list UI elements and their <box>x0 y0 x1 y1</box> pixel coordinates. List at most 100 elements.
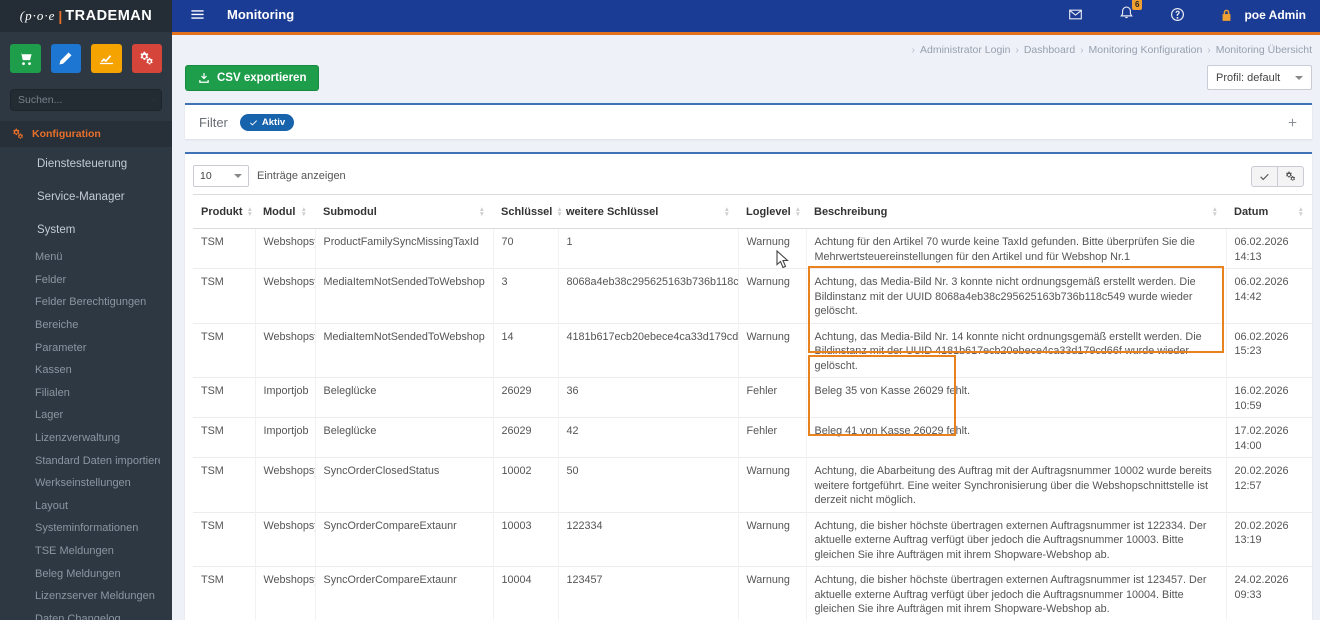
cell-loglevel: Warnung <box>738 457 807 512</box>
cell-schluessel: 10003 <box>493 512 559 567</box>
breadcrumb-link[interactable]: Monitoring Konfiguration <box>1089 44 1203 56</box>
table-row[interactable]: TSM Webshopsync MediaItemNotSendedToWebs… <box>193 323 1312 378</box>
settings-quick-button[interactable] <box>131 44 162 73</box>
breadcrumb-item: › Dashboard <box>1015 44 1075 56</box>
sidebar-subitem-label: Systeminformationen <box>35 522 139 535</box>
column-header[interactable]: Produkt ▲ ▼ <box>193 194 255 229</box>
sidebar-subitem[interactable]: Felder <box>0 269 172 292</box>
sort-icon[interactable]: ▲ ▼ <box>1212 206 1218 218</box>
sidebar-subitem[interactable]: Parameter <box>0 336 172 359</box>
download-icon <box>198 72 210 84</box>
cell-beschreibung: Beleg 41 von Kasse 26029 fehlt. <box>806 417 1227 458</box>
sidebar-subitem[interactable]: Felder Berechtigungen <box>0 291 172 314</box>
table-settings-button[interactable] <box>1277 165 1304 187</box>
user-lock-icon[interactable] <box>1219 7 1234 23</box>
sidebar-subitem[interactable]: Beleg Meldungen <box>0 562 172 585</box>
sort-icon[interactable]: ▲ ▼ <box>724 206 730 218</box>
cell-modul: Webshopsync <box>255 323 316 378</box>
sidebar-subitem[interactable]: Lizenzserver Meldungen <box>0 585 172 608</box>
sidebar-subitem[interactable]: TSE Meldungen <box>0 540 172 563</box>
sidebar-subitem[interactable]: Daten Changelog <box>0 608 172 620</box>
sort-icon[interactable]: ▲ ▼ <box>301 206 307 218</box>
cell-produkt: TSM <box>193 457 256 512</box>
sidebar-subitem[interactable]: Menü <box>0 246 172 269</box>
column-header[interactable]: Modul ▲ ▼ <box>255 194 315 229</box>
table-header-row: Produkt ▲ ▼ Modul ▲ ▼ Submodul ▲ ▼ Schlü… <box>193 194 1312 229</box>
sidebar-item[interactable]: Service-Manager <box>0 180 172 213</box>
sidebar-subitem-label: Lager <box>35 409 64 422</box>
sidebar-subitem-label: Daten Changelog <box>35 612 121 620</box>
cell-beschreibung: Achtung für den Artikel 70 wurde keine T… <box>806 228 1227 269</box>
table-row[interactable]: TSM Webshopsync ProductFamilySyncMissing… <box>193 228 1312 269</box>
hamburger-menu-icon[interactable] <box>190 7 205 22</box>
column-header[interactable]: Beschreibung ▲ ▼ <box>806 194 1226 229</box>
cell-modul: Webshopsync <box>255 457 316 512</box>
table-row[interactable]: TSM Webshopsync SyncOrderClosedStatus 10… <box>193 457 1312 512</box>
cell-schluessel: 3 <box>493 268 559 323</box>
sort-icon[interactable]: ▲ ▼ <box>556 206 562 218</box>
column-header[interactable]: Datum ▲ ▼ <box>1226 194 1312 229</box>
sidebar-item[interactable]: Dienstesteuerung <box>0 147 172 180</box>
sidebar-subitem[interactable]: Kassen <box>0 359 172 382</box>
messages-icon[interactable] <box>1068 7 1083 22</box>
check-icon <box>249 118 258 127</box>
sidebar-subitem[interactable]: Lager <box>0 404 172 427</box>
sort-icon[interactable]: ▲ ▼ <box>479 206 485 218</box>
breadcrumb-link[interactable]: Dashboard <box>1024 44 1075 56</box>
cell-loglevel: Warnung <box>738 323 807 378</box>
sidebar-subitem[interactable]: Systeminformationen <box>0 517 172 540</box>
table-row[interactable]: TSM Webshopsync MediaItemNotSendedToWebs… <box>193 268 1312 323</box>
table-controls: 10 Einträge anzeigen <box>193 162 1304 190</box>
filter-active-badge[interactable]: Aktiv <box>239 113 295 131</box>
table-row[interactable]: TSM Webshopsync SyncOrderCompareExtaunr … <box>193 512 1312 567</box>
user-menu[interactable]: poe Admin <box>1244 8 1306 22</box>
sidebar-submenu-system: Menü Felder Felder Berechtigungen Bereic… <box>0 246 172 620</box>
sidebar-subitem[interactable]: Standard Daten importieren <box>0 449 172 472</box>
table-row[interactable]: TSM Importjob Beleglücke 26029 36 Fehler… <box>193 377 1312 418</box>
add-filter-icon[interactable] <box>1287 117 1298 128</box>
breadcrumb-link[interactable]: Monitoring Übersicht <box>1216 44 1312 56</box>
sort-icon[interactable]: ▲ ▼ <box>247 206 253 218</box>
table-row[interactable]: TSM Importjob Beleglücke 26029 42 Fehler… <box>193 417 1312 458</box>
profile-select[interactable]: Profil: default <box>1207 65 1312 90</box>
sidebar-item[interactable]: System <box>0 213 172 246</box>
check-icon <box>1259 171 1270 182</box>
help-icon[interactable] <box>1170 7 1185 22</box>
sidebar-subitem[interactable]: Lizenzverwaltung <box>0 427 172 450</box>
cart-quick-button[interactable] <box>10 44 41 73</box>
cell-datum: 16.02.2026 10:59 <box>1226 378 1312 418</box>
sidebar-subitem[interactable]: Bereiche <box>0 314 172 337</box>
notifications-button[interactable]: 6 <box>1119 0 1143 25</box>
quick-launch-bar <box>0 32 172 83</box>
sidebar-subitem[interactable]: Werkseinstellungen <box>0 472 172 495</box>
table-row[interactable]: TSM Webshopsync SyncOrderCompareExtaunr … <box>193 566 1312 620</box>
column-header[interactable]: Schlüssel ▲ ▼ <box>493 194 563 229</box>
filter-panel: Filter Aktiv <box>185 103 1312 139</box>
sidebar-subitem-label: Lizenzserver Meldungen <box>35 590 155 603</box>
sidebar-subitem-label: Filialen <box>35 386 70 399</box>
cell-modul: Importjob <box>255 417 316 458</box>
breadcrumb-separator: › <box>1015 44 1019 56</box>
cell-beschreibung: Achtung, die Abarbeitung des Auftrag mit… <box>806 457 1227 512</box>
sidebar: (p·o·e | TRADEMAN Konfiguration Dienstes… <box>0 0 172 620</box>
sort-icon[interactable]: ▲ ▼ <box>795 206 801 218</box>
sidebar-subitem-label: TSE Meldungen <box>35 545 114 558</box>
page-length-select[interactable]: 10 <box>193 165 249 187</box>
sidebar-section-konfiguration[interactable]: Konfiguration <box>0 121 172 147</box>
sort-icon[interactable]: ▲ ▼ <box>1298 206 1304 218</box>
cell-weitere-schluessel: 42 <box>558 417 739 458</box>
column-header[interactable]: Loglevel ▲ ▼ <box>738 194 806 229</box>
cell-datum: 06.02.2026 14:13 <box>1226 229 1312 269</box>
column-header[interactable]: Submodul ▲ ▼ <box>315 194 493 229</box>
sidebar-subitem[interactable]: Filialen <box>0 382 172 405</box>
edit-quick-button[interactable] <box>50 44 81 73</box>
search-input[interactable] <box>18 94 153 106</box>
column-visibility-button[interactable] <box>1251 165 1278 187</box>
sidebar-search[interactable] <box>10 89 162 111</box>
search-icon[interactable] <box>153 95 154 106</box>
breadcrumb-link[interactable]: Administrator Login <box>920 44 1010 56</box>
column-header[interactable]: weitere Schlüssel ▲ ▼ <box>558 194 738 229</box>
csv-export-button[interactable]: CSV exportieren <box>185 65 320 91</box>
stats-quick-button[interactable] <box>91 44 122 73</box>
sidebar-subitem[interactable]: Layout <box>0 495 172 518</box>
